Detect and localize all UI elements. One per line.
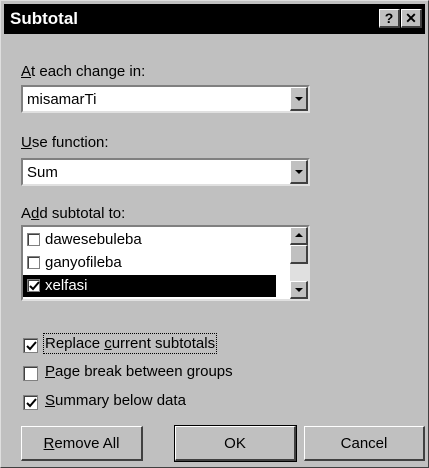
summary-below-data-option[interactable]: Summary below data	[21, 391, 351, 413]
page-break-checkbox[interactable]	[23, 366, 38, 381]
chevron-down-icon[interactable]	[290, 160, 308, 184]
ok-button[interactable]: OK	[175, 426, 296, 461]
scroll-up-icon[interactable]	[290, 227, 308, 245]
checkbox[interactable]	[27, 256, 40, 269]
cancel-button[interactable]: Cancel	[304, 426, 425, 461]
subtotal-dialog: Subtotal ? ✕ At each change in: misamarT…	[0, 0, 429, 468]
replace-label: Replace current subtotals	[42, 333, 218, 354]
help-button[interactable]: ?	[379, 9, 400, 28]
at-each-change-select[interactable]: misamarTi	[21, 85, 310, 113]
checkmark-icon	[26, 398, 37, 408]
remove-all-button[interactable]: Remove All	[21, 426, 143, 461]
title-bar[interactable]: Subtotal ? ✕	[4, 4, 425, 34]
close-button[interactable]: ✕	[401, 9, 422, 28]
list-item-ganyofileba[interactable]: ganyofileba	[23, 252, 276, 274]
dialog-title: Subtotal	[10, 9, 78, 28]
summary-label: Summary below data	[45, 392, 186, 409]
use-function-select[interactable]: Sum	[21, 158, 310, 186]
use-function-value: Sum	[27, 164, 58, 181]
list-item-dawesebuleba[interactable]: dawesebuleba	[23, 229, 276, 251]
at-each-change-label: At each change in:	[21, 63, 146, 80]
close-icon: ✕	[405, 10, 417, 26]
checkbox[interactable]	[27, 233, 40, 246]
list-item-xelfasi[interactable]: xelfasi	[23, 275, 276, 297]
replace-current-subtotals-option[interactable]: Replace current subtotals	[21, 333, 351, 356]
at-each-change-value: misamarTi	[27, 91, 97, 108]
page-break-label: Page break between groups	[45, 363, 233, 380]
list-item-label: dawesebuleba	[45, 231, 142, 248]
checkmark-icon	[29, 281, 40, 291]
list-item-label: ganyofileba	[45, 254, 122, 271]
checkbox[interactable]	[27, 279, 40, 292]
checkmark-icon	[26, 341, 37, 351]
scrollbar-thumb[interactable]	[290, 245, 308, 264]
add-subtotal-list[interactable]: dawesebuleba ganyofileba xelfasi	[21, 225, 310, 301]
use-function-label: Use function:	[21, 134, 109, 151]
summary-checkbox[interactable]	[23, 395, 38, 410]
add-subtotal-label: Add subtotal to:	[21, 205, 126, 222]
replace-checkbox[interactable]	[23, 338, 38, 353]
scroll-down-icon[interactable]	[290, 281, 308, 299]
chevron-down-icon[interactable]	[290, 87, 308, 111]
list-scrollbar[interactable]	[290, 227, 308, 299]
page-break-option[interactable]: Page break between groups	[21, 362, 351, 384]
list-item-label: xelfasi	[45, 277, 88, 294]
